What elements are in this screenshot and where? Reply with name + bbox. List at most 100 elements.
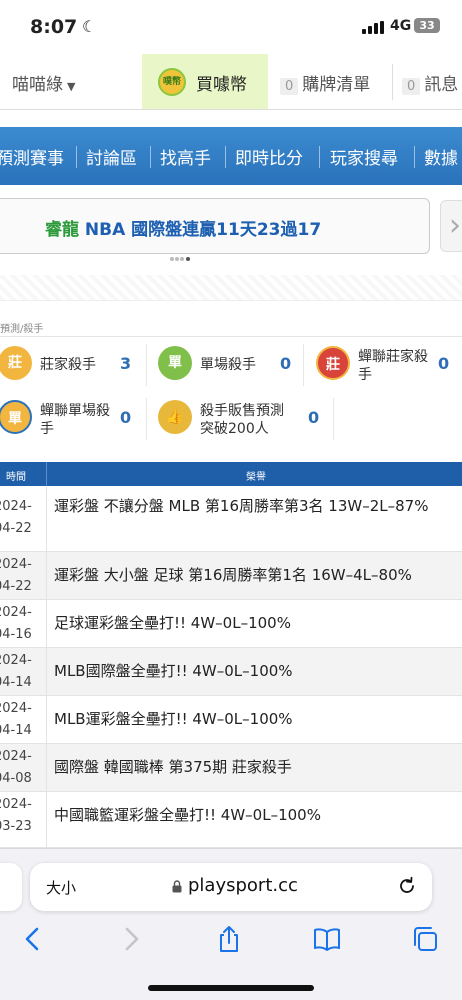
table-row: 2024- 04-14 MLB運彩盤全壘打!! 4W–0L–100% (0, 696, 462, 744)
nav-divider (150, 146, 151, 168)
killer-item-label: 殺手販售預測突破200人 (200, 403, 284, 437)
divider (46, 600, 47, 648)
moon-icon: ☾ (82, 17, 97, 36)
nav-divider (319, 146, 320, 168)
battery-icon: 33 (414, 18, 440, 33)
row-date: 2024- 04-14 (0, 653, 32, 690)
user-name: 喵喵綠 (12, 75, 63, 95)
nav-divider (414, 146, 415, 168)
section-divider (0, 275, 462, 301)
promo-banner[interactable]: 睿龍 NBA 國際盤連贏11天23過17 (0, 198, 430, 254)
killer-item-banker[interactable]: 莊 莊家殺手 3 (0, 340, 138, 388)
nav-item-find-experts[interactable]: 找高手 (160, 144, 211, 169)
cart-count: 0 (280, 78, 299, 95)
killer-item-count: 3 (120, 354, 132, 373)
cart-label: 購牌清單 (302, 75, 371, 95)
divider (46, 648, 47, 696)
cart-button[interactable]: 0 購牌清單 (280, 70, 370, 95)
row-date: 2024- 04-08 (0, 749, 32, 786)
coin-icon: 噗幣 (158, 68, 186, 96)
table-row: 2024- 04-08 國際盤 韓國職棒 第375期 莊家殺手 (0, 744, 462, 792)
row-honor: 足球運彩盤全壘打!! 4W–0L–100% (54, 614, 291, 632)
row-honor: MLB國際盤全壘打!! 4W–0L–100% (54, 662, 293, 680)
status-time: 8:07 (30, 16, 78, 38)
signal-icon (362, 21, 384, 34)
previous-tab-preview[interactable] (0, 863, 22, 911)
status-bar: 8:07 ☾ 4G 33 (0, 0, 462, 54)
column-header-time: 時間 (6, 472, 26, 483)
buy-coin-button[interactable]: 噗幣 買噱幣 (142, 54, 268, 109)
top-bar: 喵喵綠 ▼ 噗幣 買噱幣 0 購牌清單 0 訊息 (0, 54, 462, 110)
row-honor: MLB運彩盤全壘打!! 4W–0L–100% (54, 710, 293, 728)
killer-item-label: 單場殺手 (200, 357, 256, 373)
nav-item-player-search[interactable]: 玩家搜尋 (330, 144, 398, 169)
divider (46, 552, 47, 600)
killer-item-single[interactable]: 單 單場殺手 0 (158, 340, 298, 388)
table-row: 2024- 04-22 運彩盤 大小盤 足球 第16周勝率第1名 16W–4L–… (0, 552, 462, 600)
row-honor: 運彩盤 不讓分盤 MLB 第16周勝率第3名 13W–2L–87% (54, 497, 429, 515)
lock-icon (172, 880, 182, 893)
nav-item-data[interactable]: 數據 (424, 144, 458, 169)
tabs-icon[interactable] (410, 924, 440, 954)
url-text: playsport.cc (188, 875, 298, 896)
divider (146, 398, 147, 440)
buy-coin-label: 買噱幣 (196, 75, 247, 95)
divider (46, 744, 47, 792)
killer-item-count: 0 (120, 408, 132, 427)
table-row: 2024- 04-14 MLB國際盤全壘打!! 4W–0L–100% (0, 648, 462, 696)
single-badge-icon: 單 (158, 346, 192, 380)
carousel-dots (170, 255, 194, 263)
divider (303, 344, 304, 386)
row-date: 2024- 04-22 (0, 557, 32, 594)
home-indicator (148, 985, 314, 991)
user-menu[interactable]: 喵喵綠 ▼ (12, 70, 75, 95)
killer-item-sales[interactable]: 👍 殺手販售預測突破200人 0 (158, 394, 328, 442)
table-row: 2024- 04-16 足球運彩盤全壘打!! 4W–0L–100% (0, 600, 462, 648)
row-date: 2024- 04-22 (0, 499, 32, 536)
divider (46, 792, 47, 847)
address-bar[interactable]: 大小 playsport.cc (30, 863, 432, 911)
messages-count: 0 (402, 78, 421, 95)
nav-item-predictions[interactable]: 預測賽事 (0, 144, 64, 169)
table-row: 2024- 04-22 運彩盤 不讓分盤 MLB 第16周勝率第3名 13W–2… (0, 486, 462, 552)
nav-item-live-scores[interactable]: 即時比分 (235, 144, 303, 169)
row-date: 2024- 04-16 (0, 605, 32, 642)
row-date: 2024- 03-23 (0, 797, 32, 834)
main-nav: 預測賽事 討論區 找高手 即時比分 玩家搜尋 數據 (0, 127, 462, 185)
divider (46, 462, 47, 486)
killer-item-count: 0 (280, 354, 292, 373)
chevron-right-icon[interactable]: › (440, 200, 462, 252)
divider (0, 336, 462, 337)
divider (392, 64, 393, 100)
network-type: 4G (390, 18, 412, 34)
killer-item-consecutive-banker[interactable]: 莊 蟬聯莊家殺手 0 (316, 340, 462, 388)
consecutive-single-badge-icon: 單 (0, 400, 32, 434)
divider (333, 398, 334, 440)
divider (146, 344, 147, 386)
reload-icon[interactable] (396, 875, 418, 897)
nav-item-forum[interactable]: 討論區 (86, 144, 137, 169)
killer-item-count: 0 (438, 354, 450, 373)
killer-item-label: 蟬聯莊家殺手 (358, 349, 428, 383)
honor-table-header: 時間 榮譽 (0, 462, 462, 486)
killer-item-label: 莊家殺手 (40, 357, 96, 373)
killer-item-label: 蟬聯單場殺手 (40, 403, 110, 437)
forward-icon[interactable] (116, 924, 146, 954)
thumbs-up-icon: 👍 (158, 400, 192, 434)
messages-button[interactable]: 0 訊息 (402, 70, 458, 95)
share-icon[interactable] (214, 924, 244, 954)
back-icon[interactable] (18, 924, 48, 954)
killer-item-consecutive-single[interactable]: 單 蟬聯單場殺手 0 (0, 394, 138, 442)
bookmarks-icon[interactable] (312, 924, 342, 954)
row-honor: 國際盤 韓國職棒 第375期 莊家殺手 (54, 758, 292, 776)
nav-divider (225, 146, 226, 168)
nav-divider (76, 146, 77, 168)
row-date: 2024- 04-14 (0, 701, 32, 738)
table-row: 2024- 03-23 中國職籃運彩盤全壘打!! 4W–0L–100% (0, 792, 462, 848)
messages-label: 訊息 (424, 75, 459, 95)
divider (46, 486, 47, 552)
text-size-button[interactable]: 大小 (46, 877, 76, 898)
banner-text: 睿龍 NBA 國際盤連贏11天23過17 (45, 215, 321, 240)
row-honor: 運彩盤 大小盤 足球 第16周勝率第1名 16W–4L–80% (54, 566, 412, 584)
banner-name: 睿龍 (45, 220, 79, 240)
